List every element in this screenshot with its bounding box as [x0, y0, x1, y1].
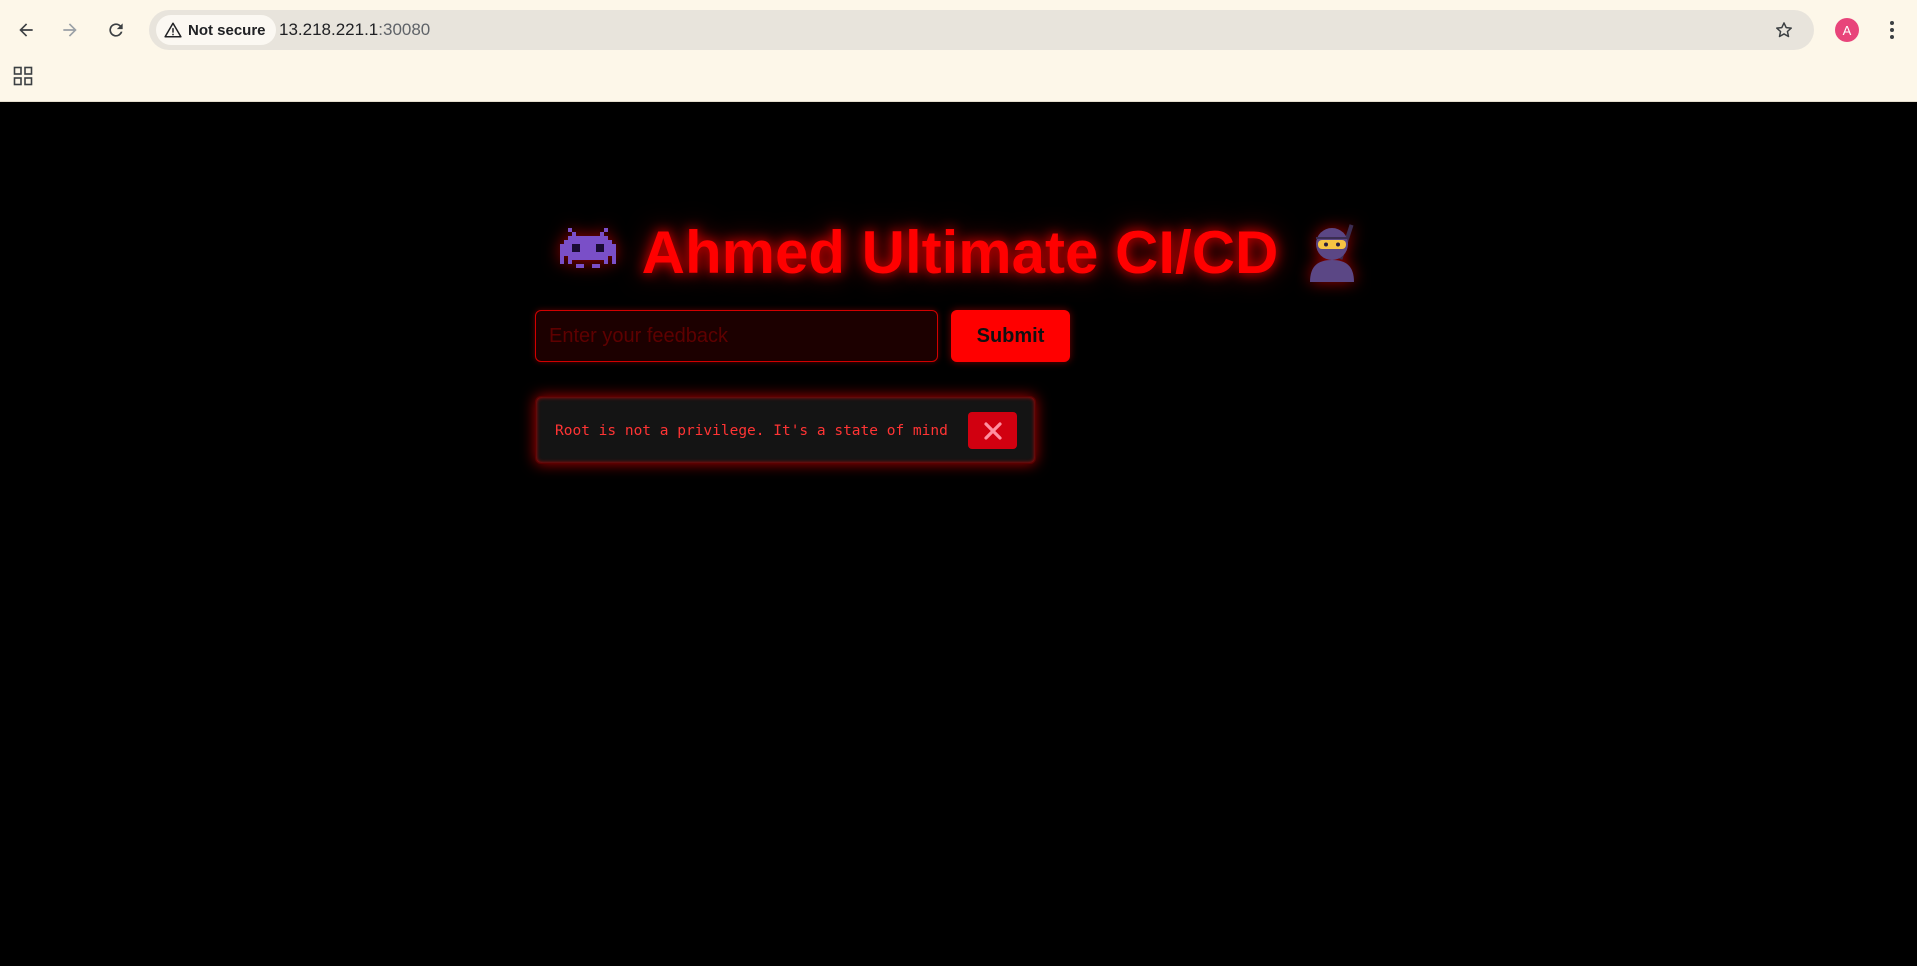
page-title-text: Ahmed Ultimate CI/CD [641, 218, 1279, 286]
kebab-menu-icon [1890, 21, 1894, 39]
security-indicator[interactable]: Not secure [156, 15, 276, 45]
page-content: Ahmed Ultimate CI/CD Submit Root is not … [0, 102, 1917, 966]
alien-monster-icon [556, 220, 620, 284]
message-text: Root is not a privilege. It's a state of… [555, 423, 948, 439]
ninja-icon [1300, 220, 1364, 284]
profile-avatar[interactable]: A [1835, 18, 1859, 42]
close-message-button[interactable] [968, 412, 1017, 449]
feedback-form: Submit [535, 310, 1070, 362]
message-box: Root is not a privilege. It's a state of… [535, 396, 1036, 464]
apps-grid-icon [13, 66, 33, 86]
feedback-input[interactable] [535, 310, 938, 362]
apps-button[interactable] [10, 63, 36, 89]
reload-icon [109, 23, 123, 37]
browser-menu-button[interactable] [1880, 14, 1904, 46]
arrow-left-icon [19, 23, 33, 37]
bookmark-button[interactable] [1768, 14, 1800, 46]
star-icon [1776, 22, 1792, 38]
address-bar[interactable]: Not secure 13.218.221.1:30080 [149, 10, 1814, 50]
security-label: Not secure [188, 21, 266, 39]
close-icon [983, 421, 1002, 440]
bookmarks-bar [0, 58, 1917, 94]
browser-chrome: Not secure 13.218.221.1:30080 A [0, 0, 1917, 102]
arrow-right-icon [63, 23, 77, 37]
url-port: :30080 [378, 20, 431, 39]
forward-button[interactable] [52, 12, 88, 48]
url-text[interactable]: 13.218.221.1:30080 [279, 10, 430, 50]
back-button[interactable] [8, 12, 44, 48]
browser-toolbar: Not secure 13.218.221.1:30080 A [0, 8, 1917, 52]
warning-triangle-icon [164, 22, 182, 38]
page-title: Ahmed Ultimate CI/CD [540, 212, 1380, 292]
submit-button[interactable]: Submit [951, 310, 1070, 362]
url-host: 13.218.221.1 [279, 20, 379, 39]
reload-button[interactable] [98, 12, 134, 48]
